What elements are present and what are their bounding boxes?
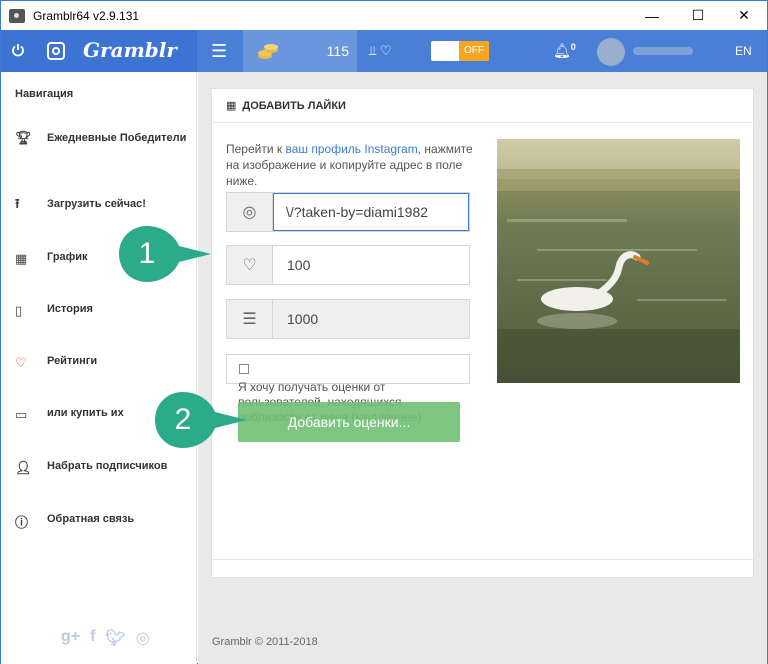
auto-like-toggle[interactable]: OFF: [431, 41, 489, 61]
sidebar-item-label: История: [47, 303, 93, 315]
sidebar-item-label: График: [47, 251, 88, 263]
notification-count: 0: [570, 42, 576, 52]
app-icon: [9, 8, 25, 23]
nearby-checkbox[interactable]: [239, 364, 249, 374]
close-button[interactable]: ✕: [721, 1, 767, 30]
coin-balance[interactable]: 115: [243, 30, 357, 72]
calendar-icon: ▦: [15, 251, 28, 266]
coins-cost-value: 1000: [273, 300, 469, 338]
likes-count-field: ♡ 100: [226, 245, 470, 285]
heart-icon: ♡: [15, 355, 27, 370]
sidebar: Навигация 🏆︎ Ежедневные Победители ⭱ Заг…: [1, 72, 197, 664]
book-icon: ▯: [15, 303, 23, 318]
footer-copyright: Gramblr © 2011-2018: [212, 636, 318, 648]
coin-count: 115: [326, 43, 349, 59]
panel-title: ДОБАВИТЬ ЛАЙКИ: [242, 99, 346, 112]
likes-indicator[interactable]: ⫫ ♡: [369, 43, 392, 59]
main-content: ▦ ДОБАВИТЬ ЛАЙКИ Перейти к ваш профиль I…: [198, 72, 767, 664]
nav-title: Навигация: [15, 88, 74, 100]
google-plus-icon[interactable]: g+: [61, 628, 80, 648]
instructions: Перейти к ваш профиль Instagram, нажмите…: [226, 141, 476, 189]
photo-url-field: ◎ \/?taken-by=diami1982: [226, 192, 470, 232]
pin-icon: ⫫: [369, 43, 377, 58]
panel-header: ▦ ДОБАВИТЬ ЛАЙКИ: [212, 89, 753, 123]
power-icon[interactable]: [11, 43, 25, 57]
sidebar-item-label: Рейтинги: [47, 355, 98, 367]
toggle-state: OFF: [459, 41, 489, 61]
brand-area: Gramblr: [1, 30, 197, 72]
social-links: g+ f 🐦︎ ◎: [61, 628, 150, 648]
minimize-button[interactable]: —: [629, 1, 675, 30]
sidebar-item-ratings[interactable]: ♡ Рейтинги: [15, 355, 190, 371]
maximize-button[interactable]: ☐: [675, 1, 721, 30]
database-icon: ☰: [227, 300, 273, 338]
hint-prefix: Перейти к: [226, 142, 286, 156]
instagram-profile-link[interactable]: ваш профиль Instagram: [285, 142, 417, 156]
heart-icon: ♡: [227, 246, 273, 284]
username-blurred[interactable]: [633, 47, 693, 55]
upload-icon: ⭱: [15, 196, 20, 211]
notifications-bell[interactable]: 🔔︎0: [553, 42, 576, 60]
post-preview-image: [497, 139, 740, 383]
trophy-icon: 🏆︎: [15, 130, 32, 145]
panel-divider: [212, 559, 753, 560]
wallet-icon: ▭: [15, 407, 28, 422]
sidebar-item-label: Ежедневные Победители: [47, 132, 187, 144]
instagram-icon[interactable]: ◎: [136, 628, 150, 648]
coins-icon: [258, 44, 278, 59]
facebook-icon[interactable]: f: [90, 628, 95, 648]
sidebar-item-label: Набрать подписчиков: [47, 460, 168, 472]
coins-cost-field: ☰ 1000: [226, 299, 470, 339]
likes-count-input[interactable]: 100: [273, 246, 469, 284]
twitter-icon[interactable]: 🐦︎: [105, 628, 125, 648]
help-icon: ⓘ: [15, 514, 29, 530]
user-icon: 👤︎: [15, 460, 32, 475]
add-likes-panel: ▦ ДОБАВИТЬ ЛАЙКИ Перейти к ваш профиль I…: [211, 88, 754, 578]
top-bar: Gramblr ☰ 115 ⫫ ♡ OFF 🔔︎0 EN: [1, 30, 767, 72]
callout-1: 1: [119, 226, 211, 282]
photo-url-input[interactable]: \/?taken-by=diami1982: [273, 193, 469, 231]
sidebar-item-label: или купить их: [47, 407, 124, 419]
heart-icon: ♡: [379, 43, 392, 58]
title-bar: Gramblr64 v2.9.131 — ☐ ✕: [1, 1, 767, 30]
sidebar-item-followers[interactable]: 👤︎ Набрать подписчиков: [15, 460, 190, 476]
sidebar-item-upload[interactable]: ⭱ Загрузить сейчас!: [15, 196, 190, 214]
grid-icon: ▦: [226, 100, 237, 112]
instagram-icon[interactable]: [47, 42, 65, 60]
language-selector[interactable]: EN: [735, 44, 752, 58]
sidebar-item-daily-winners[interactable]: 🏆︎ Ежедневные Победители: [15, 130, 190, 146]
callout-number: 1: [138, 237, 156, 270]
app-logo: Gramblr: [83, 38, 177, 62]
avatar[interactable]: [597, 38, 625, 66]
callout-number: 2: [174, 403, 192, 436]
callout-2: 2: [155, 392, 247, 448]
app-window: Gramblr64 v2.9.131 — ☐ ✕ Gramblr ☰ 115 ⫫…: [0, 0, 768, 664]
bell-icon: 🔔︎: [553, 42, 571, 59]
add-likes-button[interactable]: Добавить оценки...: [238, 402, 460, 442]
instagram-icon: ◎: [227, 193, 273, 231]
menu-icon[interactable]: ☰: [211, 42, 227, 60]
sidebar-item-label: Загрузить сейчас!: [47, 198, 146, 210]
sidebar-item-label: Обратная связь: [47, 513, 135, 525]
window-title: Gramblr64 v2.9.131: [33, 8, 140, 23]
sidebar-item-history[interactable]: ▯ История: [15, 303, 190, 319]
window-controls: — ☐ ✕: [629, 1, 767, 30]
sidebar-item-feedback[interactable]: ⓘ Обратная связь: [15, 513, 190, 530]
